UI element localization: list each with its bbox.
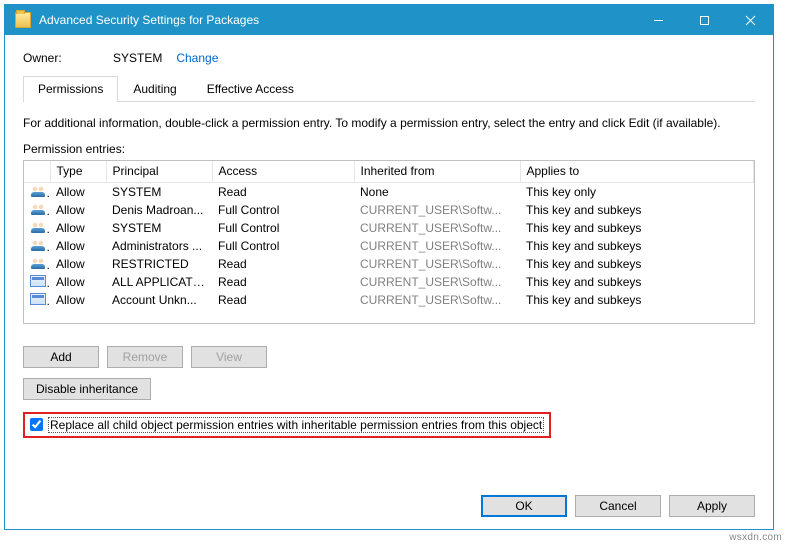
table-row[interactable]: AllowSYSTEMFull ControlCURRENT_USER\Soft… (24, 219, 754, 237)
ok-button[interactable]: OK (481, 495, 567, 517)
replace-child-entries-row: Replace all child object permission entr… (23, 412, 551, 438)
column-access[interactable]: Access (212, 161, 354, 183)
users-icon (30, 221, 46, 233)
watermark: wsxdn.com (729, 532, 782, 543)
cell-access: Full Control (212, 237, 354, 255)
tab-permissions[interactable]: Permissions (23, 76, 118, 102)
maximize-button[interactable] (681, 5, 727, 35)
cell-applies: This key and subkeys (520, 237, 754, 255)
inheritance-row: Disable inheritance (23, 378, 755, 400)
tab-strip: Permissions Auditing Effective Access (23, 75, 755, 102)
column-applies[interactable]: Applies to (520, 161, 754, 183)
table-row[interactable]: AllowAdministrators ...Full ControlCURRE… (24, 237, 754, 255)
cell-principal: ALL APPLICATI... (106, 273, 212, 291)
tab-effective-access[interactable]: Effective Access (192, 76, 309, 102)
cell-type: Allow (50, 183, 106, 202)
add-button[interactable]: Add (23, 346, 99, 368)
cell-applies: This key only (520, 183, 754, 202)
column-icon[interactable] (24, 161, 50, 183)
cell-access: Read (212, 291, 354, 309)
cell-inherited: CURRENT_USER\Softw... (354, 219, 520, 237)
table-row[interactable]: AllowRESTRICTEDReadCURRENT_USER\Softw...… (24, 255, 754, 273)
cell-type: Allow (50, 219, 106, 237)
cell-type: Allow (50, 273, 106, 291)
view-button[interactable]: View (191, 346, 267, 368)
cell-access: Read (212, 183, 354, 202)
owner-value: SYSTEM (113, 51, 162, 65)
dialog-footer: OK Cancel Apply (23, 485, 755, 517)
cell-type: Allow (50, 291, 106, 309)
security-settings-window: Advanced Security Settings for Packages … (4, 4, 774, 530)
cell-type: Allow (50, 255, 106, 273)
cell-access: Read (212, 255, 354, 273)
column-inherited[interactable]: Inherited from (354, 161, 520, 183)
info-text: For additional information, double-click… (23, 116, 755, 132)
owner-row: Owner: SYSTEM Change (23, 51, 755, 65)
cell-principal: Administrators ... (106, 237, 212, 255)
minimize-button[interactable] (635, 5, 681, 35)
tab-auditing[interactable]: Auditing (118, 76, 191, 102)
cell-principal: Denis Madroan... (106, 201, 212, 219)
users-icon (30, 257, 46, 269)
cell-applies: This key and subkeys (520, 219, 754, 237)
window-controls (635, 5, 773, 35)
replace-child-entries-label[interactable]: Replace all child object permission entr… (48, 417, 544, 433)
action-button-row: Add Remove View (23, 346, 755, 368)
permission-entries-table[interactable]: Type Principal Access Inherited from App… (23, 160, 755, 324)
application-icon (30, 293, 46, 305)
cell-access: Full Control (212, 219, 354, 237)
cell-principal: SYSTEM (106, 219, 212, 237)
cell-type: Allow (50, 201, 106, 219)
table-row[interactable]: AllowAccount Unkn...ReadCURRENT_USER\Sof… (24, 291, 754, 309)
users-icon (30, 185, 46, 197)
cell-inherited: CURRENT_USER\Softw... (354, 255, 520, 273)
remove-button[interactable]: Remove (107, 346, 183, 368)
folder-icon (15, 12, 31, 28)
users-icon (30, 239, 46, 251)
column-principal[interactable]: Principal (106, 161, 212, 183)
cell-principal: SYSTEM (106, 183, 212, 202)
apply-button[interactable]: Apply (669, 495, 755, 517)
cell-applies: This key and subkeys (520, 201, 754, 219)
entries-label: Permission entries: (23, 142, 755, 156)
cell-type: Allow (50, 237, 106, 255)
cell-applies: This key and subkeys (520, 273, 754, 291)
cell-inherited: CURRENT_USER\Softw... (354, 273, 520, 291)
cancel-button[interactable]: Cancel (575, 495, 661, 517)
table-row[interactable]: AllowDenis Madroan...Full ControlCURRENT… (24, 201, 754, 219)
disable-inheritance-button[interactable]: Disable inheritance (23, 378, 151, 400)
cell-inherited: None (354, 183, 520, 202)
cell-applies: This key and subkeys (520, 255, 754, 273)
table-row[interactable]: AllowSYSTEMReadNoneThis key only (24, 183, 754, 202)
titlebar: Advanced Security Settings for Packages (5, 5, 773, 35)
cell-inherited: CURRENT_USER\Softw... (354, 237, 520, 255)
cell-principal: Account Unkn... (106, 291, 212, 309)
users-icon (30, 203, 46, 215)
client-area: Owner: SYSTEM Change Permissions Auditin… (5, 35, 773, 529)
application-icon (30, 275, 46, 287)
change-owner-link[interactable]: Change (176, 51, 218, 65)
cell-inherited: CURRENT_USER\Softw... (354, 201, 520, 219)
cell-applies: This key and subkeys (520, 291, 754, 309)
replace-child-entries-checkbox[interactable] (30, 418, 43, 431)
close-button[interactable] (727, 5, 773, 35)
column-type[interactable]: Type (50, 161, 106, 183)
window-title: Advanced Security Settings for Packages (39, 13, 635, 27)
owner-label: Owner: (23, 51, 113, 65)
table-row[interactable]: AllowALL APPLICATI...ReadCURRENT_USER\So… (24, 273, 754, 291)
cell-principal: RESTRICTED (106, 255, 212, 273)
cell-access: Full Control (212, 201, 354, 219)
cell-access: Read (212, 273, 354, 291)
cell-inherited: CURRENT_USER\Softw... (354, 291, 520, 309)
